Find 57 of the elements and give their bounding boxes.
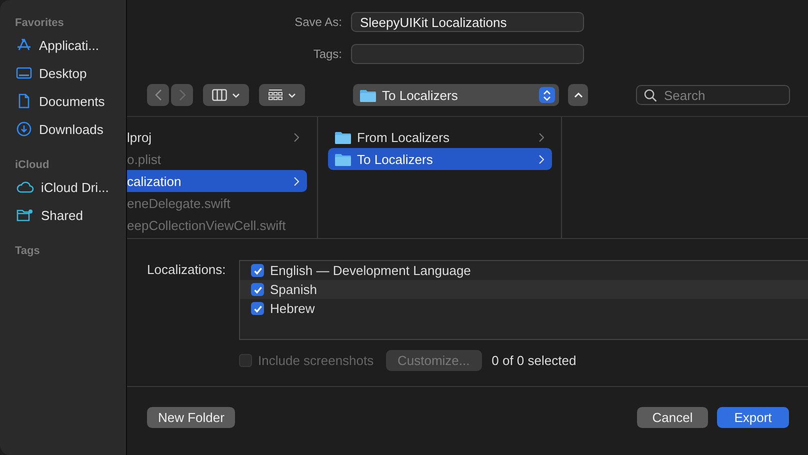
sidebar-item[interactable]: iCloud Dri... — [0, 173, 126, 201]
folder-icon — [335, 152, 351, 166]
tags-field[interactable] — [351, 44, 584, 64]
file-row[interactable]: calization — [127, 170, 307, 192]
folder-icon — [360, 88, 376, 102]
location-popup[interactable]: To Localizers — [353, 84, 559, 106]
column-view-button[interactable] — [203, 84, 249, 106]
sidebar-heading: Tags — [14, 245, 41, 259]
expand-toggle-button[interactable] — [568, 84, 588, 106]
language-label: Spanish — [270, 282, 317, 297]
group-button[interactable] — [259, 84, 305, 106]
folder-icon — [335, 130, 351, 144]
sidebar-item[interactable]: Applicati... — [0, 31, 126, 59]
chevron-icon — [294, 132, 299, 142]
desktop-icon — [16, 65, 32, 81]
stepper-icon — [539, 87, 555, 103]
columns-icon — [212, 89, 227, 101]
app-store-icon — [16, 37, 32, 53]
chevron-up-icon — [574, 92, 582, 98]
checkbox-label: Include screenshots — [258, 353, 374, 368]
download-icon — [16, 121, 32, 137]
export-button[interactable]: Export — [717, 407, 789, 428]
sidebar-item[interactable]: Shared — [0, 201, 126, 229]
document-icon — [16, 93, 32, 109]
file-row[interactable]: To Localizers — [328, 148, 552, 170]
sidebar-item[interactable]: Downloads — [0, 115, 126, 143]
field-label: Tags: — [312, 47, 343, 61]
shared-folder-icon — [16, 207, 34, 223]
checkbox[interactable] — [251, 302, 264, 315]
sidebar-item[interactable]: Desktop — [0, 59, 126, 87]
chevron-icon — [539, 132, 544, 142]
cloud-icon — [16, 179, 34, 195]
chevron-right-icon — [178, 89, 186, 101]
save-as-field[interactable]: SleepyUIKit Localizations — [351, 12, 584, 32]
field-label: Save As: — [294, 15, 343, 29]
checkbox[interactable] — [251, 264, 264, 277]
grid-icon — [268, 89, 283, 101]
back-button[interactable] — [147, 84, 169, 106]
localizations-label: Localizations: — [147, 261, 227, 277]
selection-count: 0 of 0 selected — [492, 353, 576, 368]
sidebar-item[interactable]: Documents — [0, 87, 126, 115]
chevron-icon — [294, 176, 299, 186]
search-field[interactable]: Search — [636, 85, 790, 105]
caret-icon — [288, 92, 296, 98]
caret-icon — [232, 92, 240, 98]
sidebar-heading: iCloud — [14, 159, 50, 173]
language-label: English — Development Language — [270, 263, 471, 278]
cancel-button[interactable]: Cancel — [637, 407, 708, 428]
sidebar-heading: Favorites — [14, 17, 65, 31]
chevron-icon — [539, 154, 544, 164]
language-label: Hebrew — [270, 301, 315, 316]
checkbox[interactable] — [251, 283, 264, 296]
forward-button[interactable] — [171, 84, 193, 106]
file-row[interactable]: lproj — [127, 126, 307, 148]
chevron-left-icon — [154, 89, 162, 101]
new-folder-button[interactable]: New Folder — [147, 407, 236, 428]
file-row[interactable]: From Localizers — [328, 126, 552, 148]
